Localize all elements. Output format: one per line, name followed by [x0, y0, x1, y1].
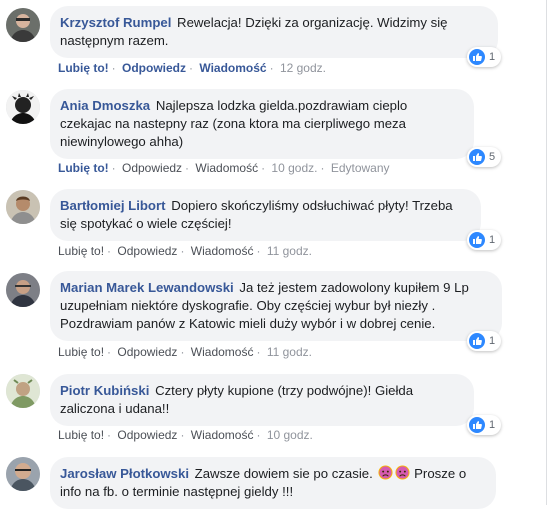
- edited-label[interactable]: Edytowany: [331, 161, 390, 175]
- author-name[interactable]: Marian Marek Lewandowski: [60, 280, 234, 295]
- comment-actions: Lubię to! · Odpowiedz · Wiadomość · 10 godz…: [58, 161, 390, 175]
- author-name[interactable]: Bartłomiej Libort: [60, 198, 166, 213]
- comment-bubble: Jarosław Płotkowski Zawsze dowiem sie po…: [50, 457, 496, 509]
- timestamp[interactable]: 10 godz.: [271, 161, 317, 175]
- message-link[interactable]: Wiadomość: [191, 345, 254, 359]
- timestamp[interactable]: 11 godz.: [267, 244, 312, 258]
- reaction-count[interactable]: 1: [467, 230, 502, 250]
- like-link[interactable]: Lubię to!: [58, 345, 104, 359]
- author-name[interactable]: Piotr Kubiński: [60, 383, 149, 398]
- reaction-count[interactable]: 1: [467, 47, 502, 67]
- comment-bubble: Ania Dmoszka Najlepsza lodzka gielda.poz…: [50, 89, 474, 159]
- reply-link[interactable]: Odpowiedz: [117, 345, 177, 359]
- like-thumb-icon: [469, 333, 485, 349]
- comment-actions: Lubię to! · Odpowiedz · Wiadomość · 10 godz…: [58, 428, 313, 442]
- timestamp[interactable]: 10 godz.: [267, 428, 313, 442]
- comment-actions: Lubię to! · Odpowiedz · Wiadomość · 12 godz…: [58, 61, 326, 75]
- reaction-count[interactable]: 1: [467, 331, 502, 351]
- avatar[interactable]: [6, 8, 40, 42]
- comment-bubble: Marian Marek Lewandowski Ja też jestem z…: [50, 271, 502, 341]
- avatar[interactable]: [6, 90, 40, 124]
- comment-bubble: Bartłomiej Libort Dopiero skończyliśmy o…: [50, 189, 481, 241]
- like-thumb-icon: [469, 49, 485, 65]
- author-name[interactable]: Jarosław Płotkowski: [60, 466, 189, 481]
- message-link[interactable]: Wiadomość: [191, 244, 254, 258]
- comment-bubble: Krzysztof Rumpel Rewelacja! Dzięki za or…: [50, 6, 498, 58]
- like-thumb-icon: [469, 232, 485, 248]
- like-link[interactable]: Lubię to!: [58, 428, 104, 442]
- like-thumb-icon: [469, 417, 485, 433]
- worried-face-icon: [378, 465, 393, 480]
- reaction-count[interactable]: 5: [467, 147, 502, 167]
- comment-actions: Lubię to! · Odpowiedz · Wiadomość · 11 godz…: [58, 345, 312, 359]
- avatar[interactable]: [6, 273, 40, 307]
- like-link[interactable]: Lubię to!: [58, 161, 109, 175]
- timestamp[interactable]: 11 godz.: [267, 345, 312, 359]
- message-link[interactable]: Wiadomość: [191, 428, 254, 442]
- like-link[interactable]: Lubię to!: [58, 61, 109, 75]
- reply-link[interactable]: Odpowiedz: [117, 428, 177, 442]
- reply-link[interactable]: Odpowiedz: [122, 61, 186, 75]
- reaction-count[interactable]: 1: [467, 415, 502, 435]
- avatar[interactable]: [6, 190, 40, 224]
- comment-actions: Lubię to! · Odpowiedz · Wiadomość · 11 godz…: [58, 244, 312, 258]
- timestamp[interactable]: 12 godz.: [280, 61, 326, 75]
- comment-text: Zawsze dowiem sie po czasie.: [194, 466, 373, 481]
- reply-link[interactable]: Odpowiedz: [122, 161, 182, 175]
- message-link[interactable]: Wiadomość: [199, 61, 266, 75]
- message-link[interactable]: Wiadomość: [195, 161, 258, 175]
- like-link[interactable]: Lubię to!: [58, 244, 104, 258]
- avatar[interactable]: [6, 374, 40, 408]
- like-thumb-icon: [469, 149, 485, 165]
- comment-bubble: Piotr Kubiński Cztery płyty kupione (trz…: [50, 374, 474, 426]
- reply-link[interactable]: Odpowiedz: [117, 244, 177, 258]
- avatar[interactable]: [6, 457, 40, 491]
- worried-face-icon: [395, 465, 410, 480]
- author-name[interactable]: Krzysztof Rumpel: [60, 15, 171, 30]
- author-name[interactable]: Ania Dmoszka: [60, 98, 150, 113]
